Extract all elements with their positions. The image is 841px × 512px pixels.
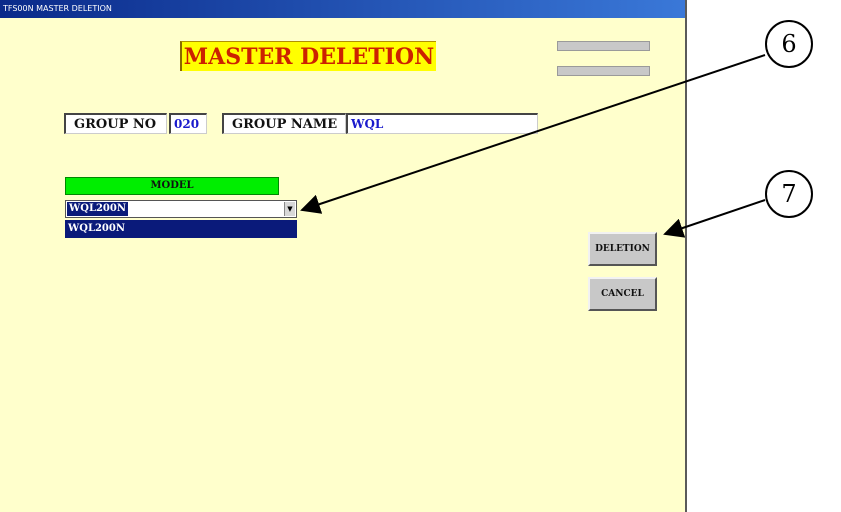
callout-arrows [300, 54, 766, 238]
callout-arrow-6 [300, 54, 766, 214]
callout-marker-7: 7 [765, 170, 813, 218]
callout-arrow-7 [663, 199, 766, 238]
callout-marker-6: 6 [765, 20, 813, 68]
